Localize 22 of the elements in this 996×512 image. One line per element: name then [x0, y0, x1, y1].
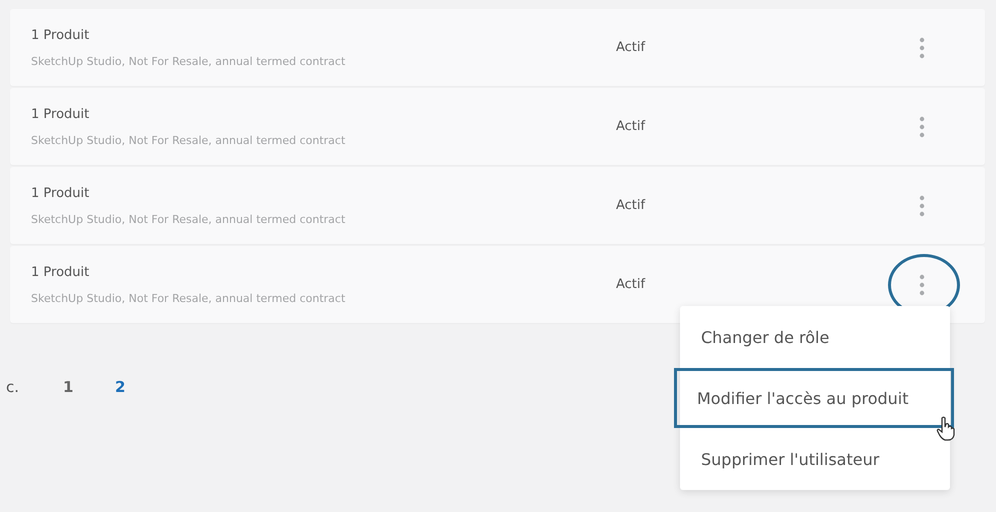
status-text: Actif: [616, 119, 646, 134]
menu-item[interactable]: Supprimer l'utilisateur: [680, 428, 950, 490]
more-options-icon[interactable]: [919, 36, 925, 58]
status-text: Actif: [616, 277, 646, 292]
product-count: 1 Produit: [31, 186, 90, 200]
more-options-icon[interactable]: [919, 274, 925, 296]
product-count: 1 Produit: [31, 264, 90, 280]
status-text: Actif: [616, 40, 646, 55]
product-description: SketchUp Studio, Not For Resale, annual termed contract: [31, 54, 346, 68]
more-options-icon[interactable]: [919, 194, 925, 216]
menu-item[interactable]: Changer de rôle: [680, 306, 950, 368]
product-description: SketchUp Studio, Not For Resale, annual termed contract: [31, 292, 346, 304]
more-options-icon[interactable]: [919, 116, 925, 138]
status-text: Actif: [616, 198, 646, 213]
product-description: SketchUp Studio, Not For Resale, annual termed contract: [31, 134, 346, 146]
product-description: SketchUp Studio, Not For Resale, annual termed contract: [31, 212, 346, 226]
menu-item[interactable]: Modifier l'accès au produit: [674, 368, 954, 428]
product-count: 1 Produit: [31, 28, 90, 42]
page-link[interactable]: 1: [63, 378, 115, 396]
previous-link[interactable]: c.: [6, 378, 63, 396]
page-link[interactable]: 2: [115, 378, 167, 396]
product-count: 1 Produit: [31, 106, 90, 122]
